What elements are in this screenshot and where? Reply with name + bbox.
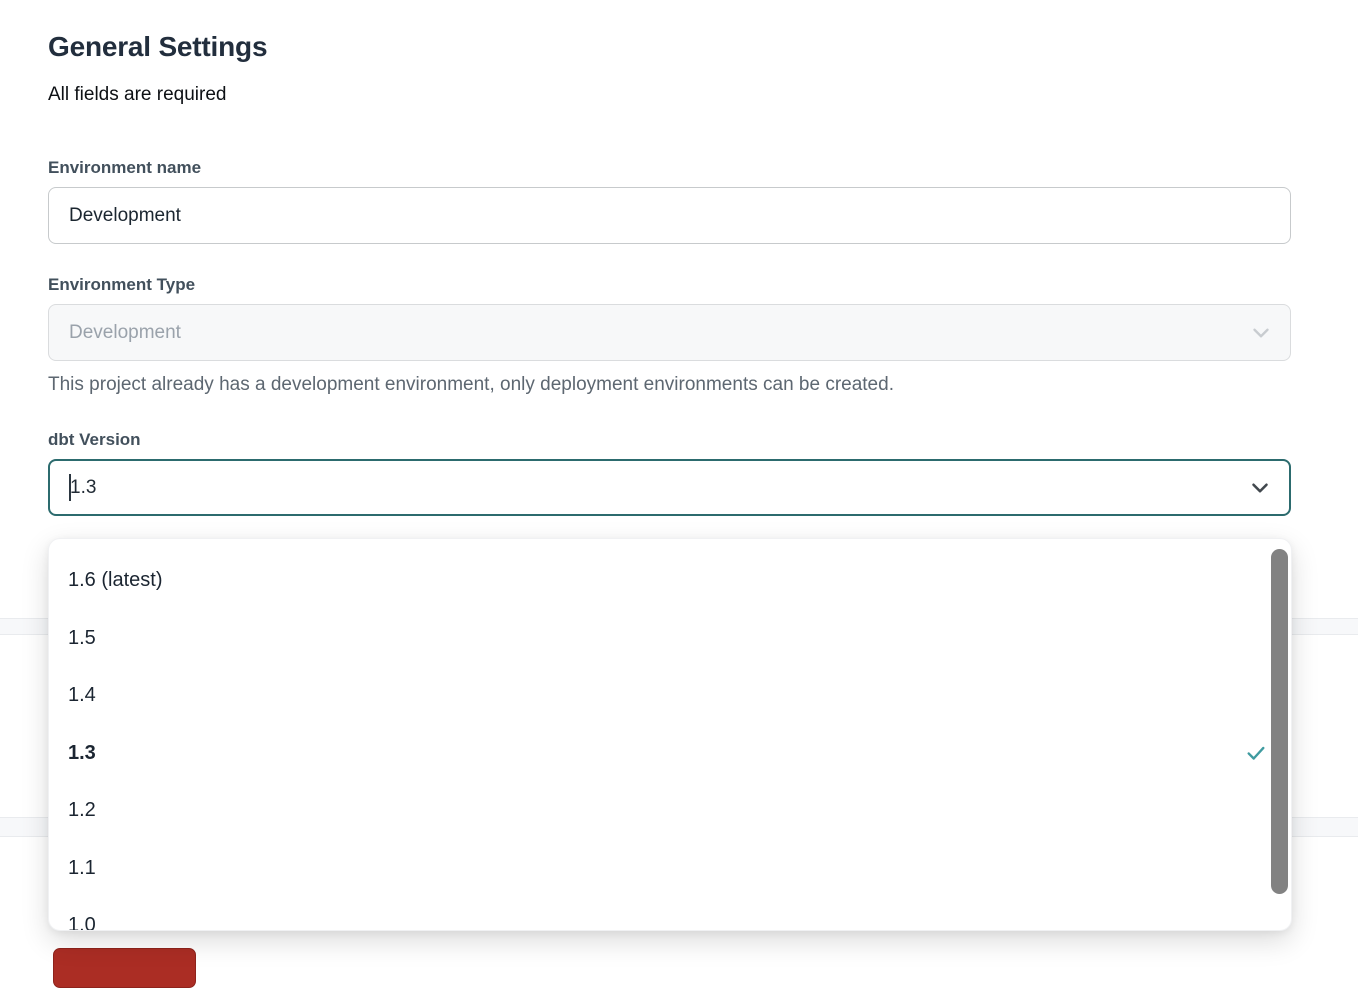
environment-name-label: Environment name	[48, 158, 1291, 178]
environment-type-label: Environment Type	[48, 275, 1291, 295]
dropdown-option-label: 1.2	[68, 799, 96, 822]
dropdown-option[interactable]: 1.1	[49, 840, 1291, 898]
environment-name-input[interactable]	[48, 187, 1291, 244]
environment-type-helper-text: This project already has a development e…	[48, 374, 1291, 396]
dropdown-option[interactable]: 1.4	[49, 667, 1291, 725]
dropdown-option-label: 1.1	[68, 857, 96, 880]
chevron-down-icon	[1248, 320, 1274, 346]
general-settings-section: General Settings All fields are required…	[48, 0, 1291, 516]
dbt-version-label: dbt Version	[48, 430, 1291, 450]
dropdown-option-label: 1.3	[68, 742, 96, 765]
dropdown-scrollbar[interactable]	[1271, 549, 1288, 894]
chevron-down-icon	[1247, 475, 1273, 501]
dropdown-option[interactable]: 1.6 (latest)	[49, 552, 1291, 610]
dropdown-option-label: 1.6 (latest)	[68, 569, 162, 592]
environment-type-select: Development	[48, 304, 1291, 361]
dropdown-option[interactable]: 1.2	[49, 782, 1291, 840]
dropdown-option[interactable]: 1.5	[49, 610, 1291, 668]
dbt-version-value: 1.3	[70, 477, 96, 499]
dropdown-option[interactable]: 1.0	[49, 897, 1291, 931]
dropdown-option-label: 1.0	[68, 914, 96, 931]
dropdown-option[interactable]: 1.3	[49, 725, 1291, 783]
settings-page: General Settings All fields are required…	[0, 0, 1358, 952]
environment-type-value: Development	[69, 322, 181, 344]
dropdown-option-label: 1.4	[68, 684, 96, 707]
danger-button[interactable]	[53, 948, 196, 988]
dbt-version-select[interactable]: 1.3	[48, 459, 1291, 516]
dropdown-option-label: 1.5	[68, 627, 96, 650]
dropdown-option-list: 1.6 (latest) 1.5 1.4 1.3 1.2 1.1	[49, 539, 1291, 931]
page-subtitle: All fields are required	[48, 84, 1291, 106]
page-title: General Settings	[48, 31, 1291, 63]
check-icon	[1245, 742, 1267, 764]
dbt-version-dropdown: 1.6 (latest) 1.5 1.4 1.3 1.2 1.1	[48, 538, 1292, 931]
